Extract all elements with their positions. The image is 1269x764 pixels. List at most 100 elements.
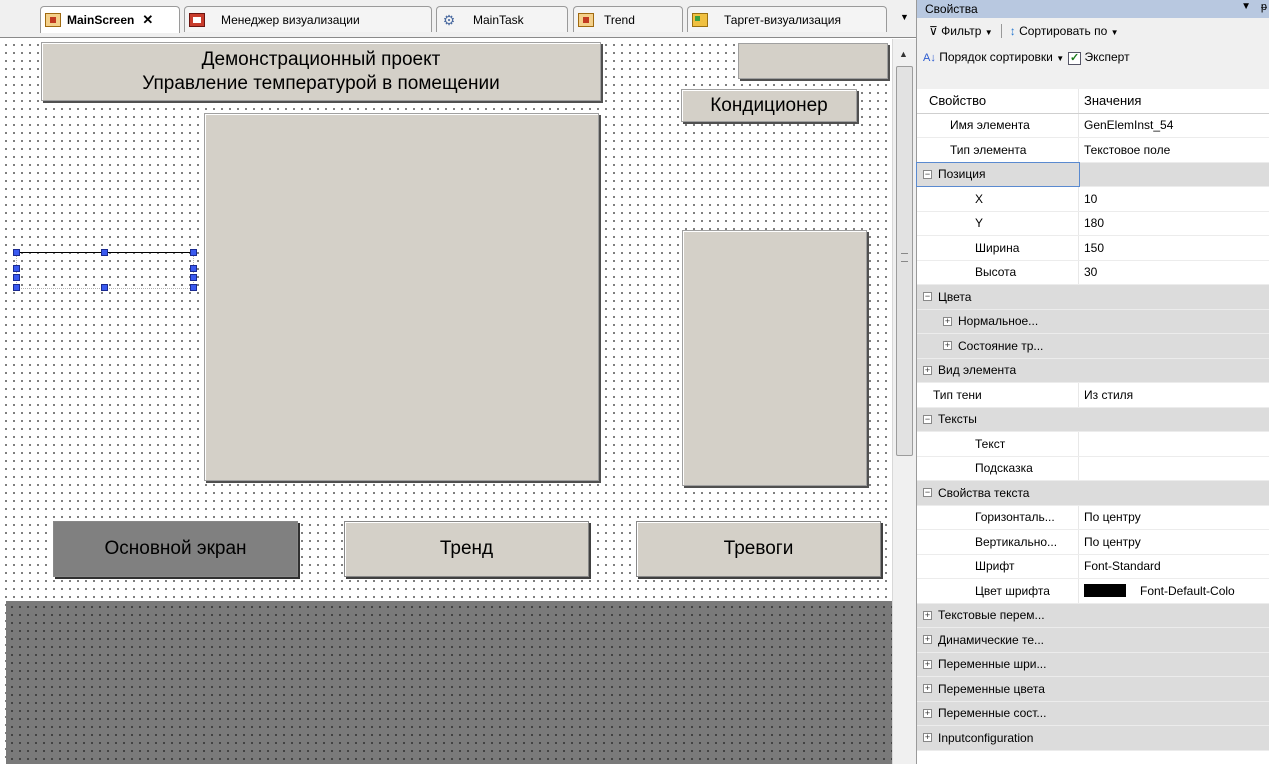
expand-icon[interactable]: + bbox=[923, 733, 932, 743]
property-value[interactable]: Font-Standard bbox=[1079, 555, 1269, 579]
main-display-panel[interactable] bbox=[204, 113, 599, 481]
panel-menu-chevron-icon[interactable]: ▼ bbox=[1241, 1, 1251, 12]
property-row[interactable]: Подсказка bbox=[917, 456, 1269, 481]
filter-button[interactable]: ⊽ Фильтр ▼ bbox=[929, 24, 993, 38]
property-row[interactable]: + Переменные сост... bbox=[917, 701, 1269, 726]
column-header-value[interactable]: Значения bbox=[1079, 89, 1269, 113]
property-value[interactable] bbox=[1079, 457, 1269, 481]
property-value[interactable] bbox=[1079, 310, 1269, 334]
collapse-icon[interactable]: − bbox=[923, 292, 932, 302]
property-value[interactable]: Font-Default-Colo bbox=[1079, 579, 1269, 603]
nav-trend-button[interactable]: Тренд bbox=[344, 521, 589, 577]
pin-icon[interactable]: ᵽ bbox=[1261, 1, 1267, 13]
property-row[interactable]: + Inputconfiguration bbox=[917, 726, 1269, 751]
property-row[interactable]: Вертикально... По центру bbox=[917, 530, 1269, 555]
property-value[interactable]: По центру bbox=[1079, 530, 1269, 554]
property-value[interactable] bbox=[1079, 677, 1269, 701]
resize-handle[interactable] bbox=[13, 274, 20, 281]
expand-icon[interactable]: + bbox=[923, 659, 932, 669]
property-value[interactable] bbox=[1079, 604, 1269, 628]
property-row[interactable]: Ширина 150 bbox=[917, 236, 1269, 261]
expand-icon[interactable]: + bbox=[943, 341, 952, 351]
resize-handle[interactable] bbox=[13, 265, 20, 272]
property-value[interactable]: 180 bbox=[1079, 212, 1269, 236]
close-icon[interactable]: ✕ bbox=[142, 12, 153, 28]
visualization-canvas[interactable]: Демонстрационный проект Управление темпе… bbox=[0, 39, 892, 764]
scroll-up-arrow-icon[interactable]: ▲ bbox=[899, 49, 908, 59]
sort-by-button[interactable]: ↕ Сортировать по ▼ bbox=[1010, 24, 1119, 38]
property-row[interactable]: + Переменные цвета bbox=[917, 677, 1269, 702]
column-header-property[interactable]: Свойство bbox=[917, 89, 1079, 113]
collapse-icon[interactable]: − bbox=[923, 488, 932, 498]
property-row[interactable]: + Текстовые перем... bbox=[917, 603, 1269, 628]
selected-text-field[interactable] bbox=[13, 249, 197, 291]
nav-alarms-button[interactable]: Тревоги bbox=[636, 521, 881, 577]
tab-trend[interactable]: Trend bbox=[573, 6, 683, 32]
right-display-panel[interactable] bbox=[682, 230, 867, 486]
nav-main-screen-button[interactable]: Основной экран bbox=[53, 521, 298, 577]
expand-icon[interactable]: + bbox=[923, 365, 932, 375]
expand-icon[interactable]: + bbox=[923, 684, 932, 694]
property-row[interactable]: Горизонталь... По центру bbox=[917, 505, 1269, 530]
resize-handle[interactable] bbox=[190, 284, 197, 291]
conditioner-button[interactable]: Кондиционер bbox=[681, 89, 857, 122]
chevron-down-icon[interactable]: ▼ bbox=[900, 12, 909, 22]
property-row[interactable]: + Переменные шри... bbox=[917, 652, 1269, 677]
resize-handle[interactable] bbox=[101, 284, 108, 291]
resize-handle[interactable] bbox=[13, 284, 20, 291]
property-value[interactable] bbox=[1079, 359, 1269, 383]
expand-icon[interactable]: + bbox=[923, 708, 932, 718]
property-value[interactable] bbox=[1079, 285, 1269, 309]
property-value[interactable]: 10 bbox=[1079, 187, 1269, 211]
tab-visualization-manager[interactable]: Менеджер визуализации bbox=[184, 6, 432, 32]
property-row[interactable]: Текст bbox=[917, 432, 1269, 457]
property-value[interactable] bbox=[1079, 481, 1269, 505]
top-right-element[interactable] bbox=[738, 43, 888, 79]
property-value[interactable]: По центру bbox=[1079, 506, 1269, 530]
property-value[interactable] bbox=[1079, 726, 1269, 750]
property-row[interactable]: − Тексты bbox=[917, 407, 1269, 432]
property-row[interactable]: − Цвета bbox=[917, 285, 1269, 310]
property-row[interactable]: Тип тени Из стиля bbox=[917, 383, 1269, 408]
property-row[interactable]: + Динамические те... bbox=[917, 628, 1269, 653]
resize-handle[interactable] bbox=[13, 249, 20, 256]
property-value[interactable] bbox=[1079, 628, 1269, 652]
property-value[interactable] bbox=[1079, 702, 1269, 726]
property-row[interactable]: − Позиция bbox=[916, 161, 1269, 187]
canvas-vertical-scrollbar[interactable]: ▲ bbox=[892, 39, 916, 764]
property-value[interactable]: Из стиля bbox=[1079, 383, 1269, 407]
tab-mainscreen[interactable]: MainScreen ✕ bbox=[40, 6, 180, 33]
property-row[interactable]: − Свойства текста bbox=[917, 481, 1269, 506]
collapse-icon[interactable]: − bbox=[923, 414, 932, 424]
property-value[interactable] bbox=[1079, 408, 1269, 432]
expand-icon[interactable]: + bbox=[923, 635, 932, 645]
property-row[interactable]: Тип элемента Текстовое поле bbox=[917, 138, 1269, 163]
property-row[interactable]: Высота 30 bbox=[917, 260, 1269, 285]
tab-target-visualization[interactable]: Таргет-визуализация bbox=[687, 6, 887, 32]
property-row[interactable]: + Нормальное... bbox=[917, 309, 1269, 334]
property-value[interactable] bbox=[1079, 334, 1269, 358]
collapse-icon[interactable]: − bbox=[923, 169, 932, 179]
property-row[interactable]: X 10 bbox=[917, 187, 1269, 212]
scrollbar-thumb[interactable] bbox=[896, 66, 913, 456]
resize-handle[interactable] bbox=[190, 265, 197, 272]
expand-icon[interactable]: + bbox=[943, 316, 952, 326]
property-value[interactable]: Текстовое поле bbox=[1079, 138, 1269, 162]
expand-icon[interactable]: + bbox=[923, 610, 932, 620]
property-value[interactable]: 150 bbox=[1079, 236, 1269, 260]
tab-maintask[interactable]: ⚙ MainTask bbox=[436, 6, 568, 32]
project-title-box[interactable]: Демонстрационный проект Управление темпе… bbox=[41, 42, 601, 101]
property-row[interactable]: Цвет шрифта Font-Default-Colo bbox=[917, 579, 1269, 604]
property-value[interactable] bbox=[1079, 653, 1269, 677]
property-row[interactable]: Имя элемента GenElemInst_54 bbox=[917, 113, 1269, 138]
resize-handle[interactable] bbox=[190, 249, 197, 256]
property-value[interactable] bbox=[1079, 432, 1269, 456]
property-value[interactable] bbox=[1079, 163, 1269, 187]
property-row[interactable]: + Состояние тр... bbox=[917, 334, 1269, 359]
resize-handle[interactable] bbox=[190, 274, 197, 281]
property-value[interactable]: GenElemInst_54 bbox=[1079, 114, 1269, 138]
sort-order-button[interactable]: A↓ Порядок сортировки ▼ bbox=[923, 50, 1064, 64]
property-row[interactable]: + Вид элемента bbox=[917, 358, 1269, 383]
expert-checkbox[interactable]: ✓ Эксперт bbox=[1068, 50, 1130, 65]
property-value[interactable]: 30 bbox=[1079, 261, 1269, 285]
